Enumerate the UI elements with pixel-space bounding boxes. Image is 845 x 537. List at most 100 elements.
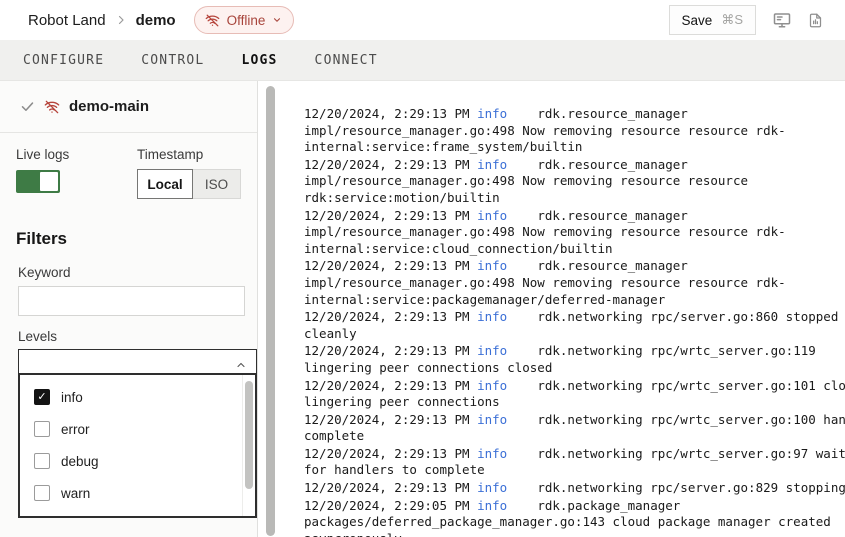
log-line: impl/resource_manager.go:498 Now removin… <box>304 275 845 292</box>
header-actions: Save ⌘S <box>669 5 823 35</box>
level-option-info[interactable]: ✓ info <box>20 381 255 413</box>
tab-control[interactable]: CONTROL <box>141 53 204 68</box>
log-line: 12/20/2024, 2:29:13 PM info rdk.resource… <box>304 258 845 275</box>
log-entry: 12/20/2024, 2:29:13 PM info rdk.resource… <box>304 208 845 258</box>
log-line: 12/20/2024, 2:29:13 PM info rdk.networki… <box>304 446 845 463</box>
log-line: impl/resource_manager.go:498 Now removin… <box>304 123 845 140</box>
log-line: 12/20/2024, 2:29:13 PM info rdk.networki… <box>304 480 845 497</box>
chevron-right-icon <box>115 14 127 26</box>
log-line: lingering peer connections closed <box>304 360 845 377</box>
tab-logs[interactable]: LOGS <box>241 53 277 68</box>
log-line: 12/20/2024, 2:29:13 PM info rdk.networki… <box>304 309 845 326</box>
levels-dropdown-list: ✓ info error debug warn <box>20 375 255 509</box>
level-option-error[interactable]: error <box>20 413 255 445</box>
tab-configure[interactable]: CONFIGURE <box>23 53 104 68</box>
tab-bar: CONFIGURE CONTROL LOGS CONNECT <box>0 40 845 81</box>
log-entry: 12/20/2024, 2:29:13 PM info rdk.resource… <box>304 106 845 156</box>
log-entry: 12/20/2024, 2:29:13 PM info rdk.resource… <box>304 258 845 308</box>
log-line: 12/20/2024, 2:29:13 PM info rdk.resource… <box>304 208 845 225</box>
log-timestamp: 12/20/2024, 2:29:13 PM <box>304 309 470 324</box>
sidebar: demo-main Live logs Timestamp Local ISO … <box>0 81 258 537</box>
log-line: 12/20/2024, 2:29:13 PM info rdk.resource… <box>304 157 845 174</box>
log-panel: 12/20/2024, 2:29:13 PM info rdk.resource… <box>258 81 845 537</box>
wifi-off-icon <box>44 99 60 115</box>
timestamp-format-switch: Local ISO <box>137 169 241 199</box>
levels-label: Levels <box>18 329 239 345</box>
log-entry: 12/20/2024, 2:29:13 PM info rdk.networki… <box>304 446 845 479</box>
part-name: demo-main <box>69 98 149 115</box>
log-entry: 12/20/2024, 2:29:13 PM info rdk.resource… <box>304 157 845 207</box>
log-timestamp: 12/20/2024, 2:29:05 PM <box>304 498 470 513</box>
log-timestamp: 12/20/2024, 2:29:13 PM <box>304 208 470 223</box>
log-line: impl/resource_manager.go:498 Now removin… <box>304 173 845 190</box>
log-entry: 12/20/2024, 2:29:05 PM info rdk.package_… <box>304 498 845 537</box>
log-timestamp: 12/20/2024, 2:29:13 PM <box>304 446 470 461</box>
log-timestamp: 12/20/2024, 2:29:13 PM <box>304 412 470 427</box>
log-scrollbar-thumb[interactable] <box>266 86 275 536</box>
live-logs-label: Live logs <box>16 147 137 163</box>
file-chart-icon[interactable] <box>808 12 823 29</box>
toggle-knob <box>40 172 58 191</box>
checkbox-checked-icon[interactable]: ✓ <box>34 389 50 405</box>
log-controls: Live logs Timestamp Local ISO <box>0 133 257 199</box>
level-option-warn[interactable]: warn <box>20 477 255 509</box>
monitor-icon[interactable] <box>773 11 791 29</box>
live-logs-toggle[interactable] <box>16 170 60 193</box>
keyword-input[interactable] <box>18 286 245 316</box>
log-level: info <box>477 106 507 121</box>
log-timestamp: 12/20/2024, 2:29:13 PM <box>304 106 470 121</box>
log-level: info <box>477 498 507 513</box>
log-level: info <box>477 343 507 358</box>
keyword-label: Keyword <box>18 265 239 281</box>
checkbox-unchecked-icon[interactable] <box>34 485 50 501</box>
save-label: Save <box>682 13 713 28</box>
breadcrumb-org[interactable]: Robot Land <box>28 12 106 29</box>
level-option-label: info <box>61 390 83 405</box>
log-level: info <box>477 378 507 393</box>
checkbox-unchecked-icon[interactable] <box>34 421 50 437</box>
level-option-label: error <box>61 422 90 437</box>
log-level: info <box>477 446 507 461</box>
dropdown-scrollbar-thumb[interactable] <box>245 381 253 489</box>
log-line: lingering peer connections <box>304 394 845 411</box>
log-level: info <box>477 258 507 273</box>
log-timestamp: 12/20/2024, 2:29:13 PM <box>304 480 470 495</box>
save-button[interactable]: Save ⌘S <box>669 5 756 35</box>
log-line: 12/20/2024, 2:29:13 PM info rdk.networki… <box>304 378 845 395</box>
wifi-off-icon <box>205 13 220 28</box>
log-line: impl/resource_manager.go:498 Now removin… <box>304 224 845 241</box>
timestamp-iso-button[interactable]: ISO <box>193 169 241 199</box>
log-timestamp: 12/20/2024, 2:29:13 PM <box>304 378 470 393</box>
log-line: internal:service:cloud_connection/builti… <box>304 241 845 258</box>
dropdown-scrollbar-track <box>242 375 255 516</box>
chevron-up-icon <box>235 359 247 371</box>
log-line: 12/20/2024, 2:29:13 PM info rdk.networki… <box>304 412 845 429</box>
check-icon <box>20 99 35 114</box>
breadcrumb-machine: demo <box>136 12 176 29</box>
filters-title: Filters <box>16 229 241 249</box>
log-line: packages/deferred_package_manager.go:143… <box>304 514 845 531</box>
level-option-debug[interactable]: debug <box>20 445 255 477</box>
log-timestamp: 12/20/2024, 2:29:13 PM <box>304 157 470 172</box>
checkbox-unchecked-icon[interactable] <box>34 453 50 469</box>
main-body: demo-main Live logs Timestamp Local ISO … <box>0 81 845 537</box>
timestamp-label: Timestamp <box>137 147 241 163</box>
log-line: 12/20/2024, 2:29:13 PM info rdk.resource… <box>304 106 845 123</box>
log-entry: 12/20/2024, 2:29:13 PM info rdk.networki… <box>304 343 845 376</box>
log-line: 12/20/2024, 2:29:05 PM info rdk.package_… <box>304 498 845 515</box>
log-line: internal:service:packagemanager/deferred… <box>304 292 845 309</box>
machine-status-dropdown[interactable]: Offline <box>194 6 295 34</box>
log-line: complete <box>304 428 845 445</box>
timestamp-local-button[interactable]: Local <box>137 169 193 199</box>
save-shortcut: ⌘S <box>721 12 743 28</box>
log-entry: 12/20/2024, 2:29:13 PM info rdk.networki… <box>304 309 845 342</box>
level-option-label: warn <box>61 486 90 501</box>
log-line: for handlers to complete <box>304 462 845 479</box>
tab-connect[interactable]: CONNECT <box>315 53 378 68</box>
log-level: info <box>477 480 507 495</box>
log-line: 12/20/2024, 2:29:13 PM info rdk.networki… <box>304 343 845 360</box>
part-row-demo-main[interactable]: demo-main <box>0 81 257 133</box>
log-level: info <box>477 412 507 427</box>
log-entry: 12/20/2024, 2:29:13 PM info rdk.networki… <box>304 378 845 411</box>
log-entry: 12/20/2024, 2:29:13 PM info rdk.networki… <box>304 412 845 445</box>
